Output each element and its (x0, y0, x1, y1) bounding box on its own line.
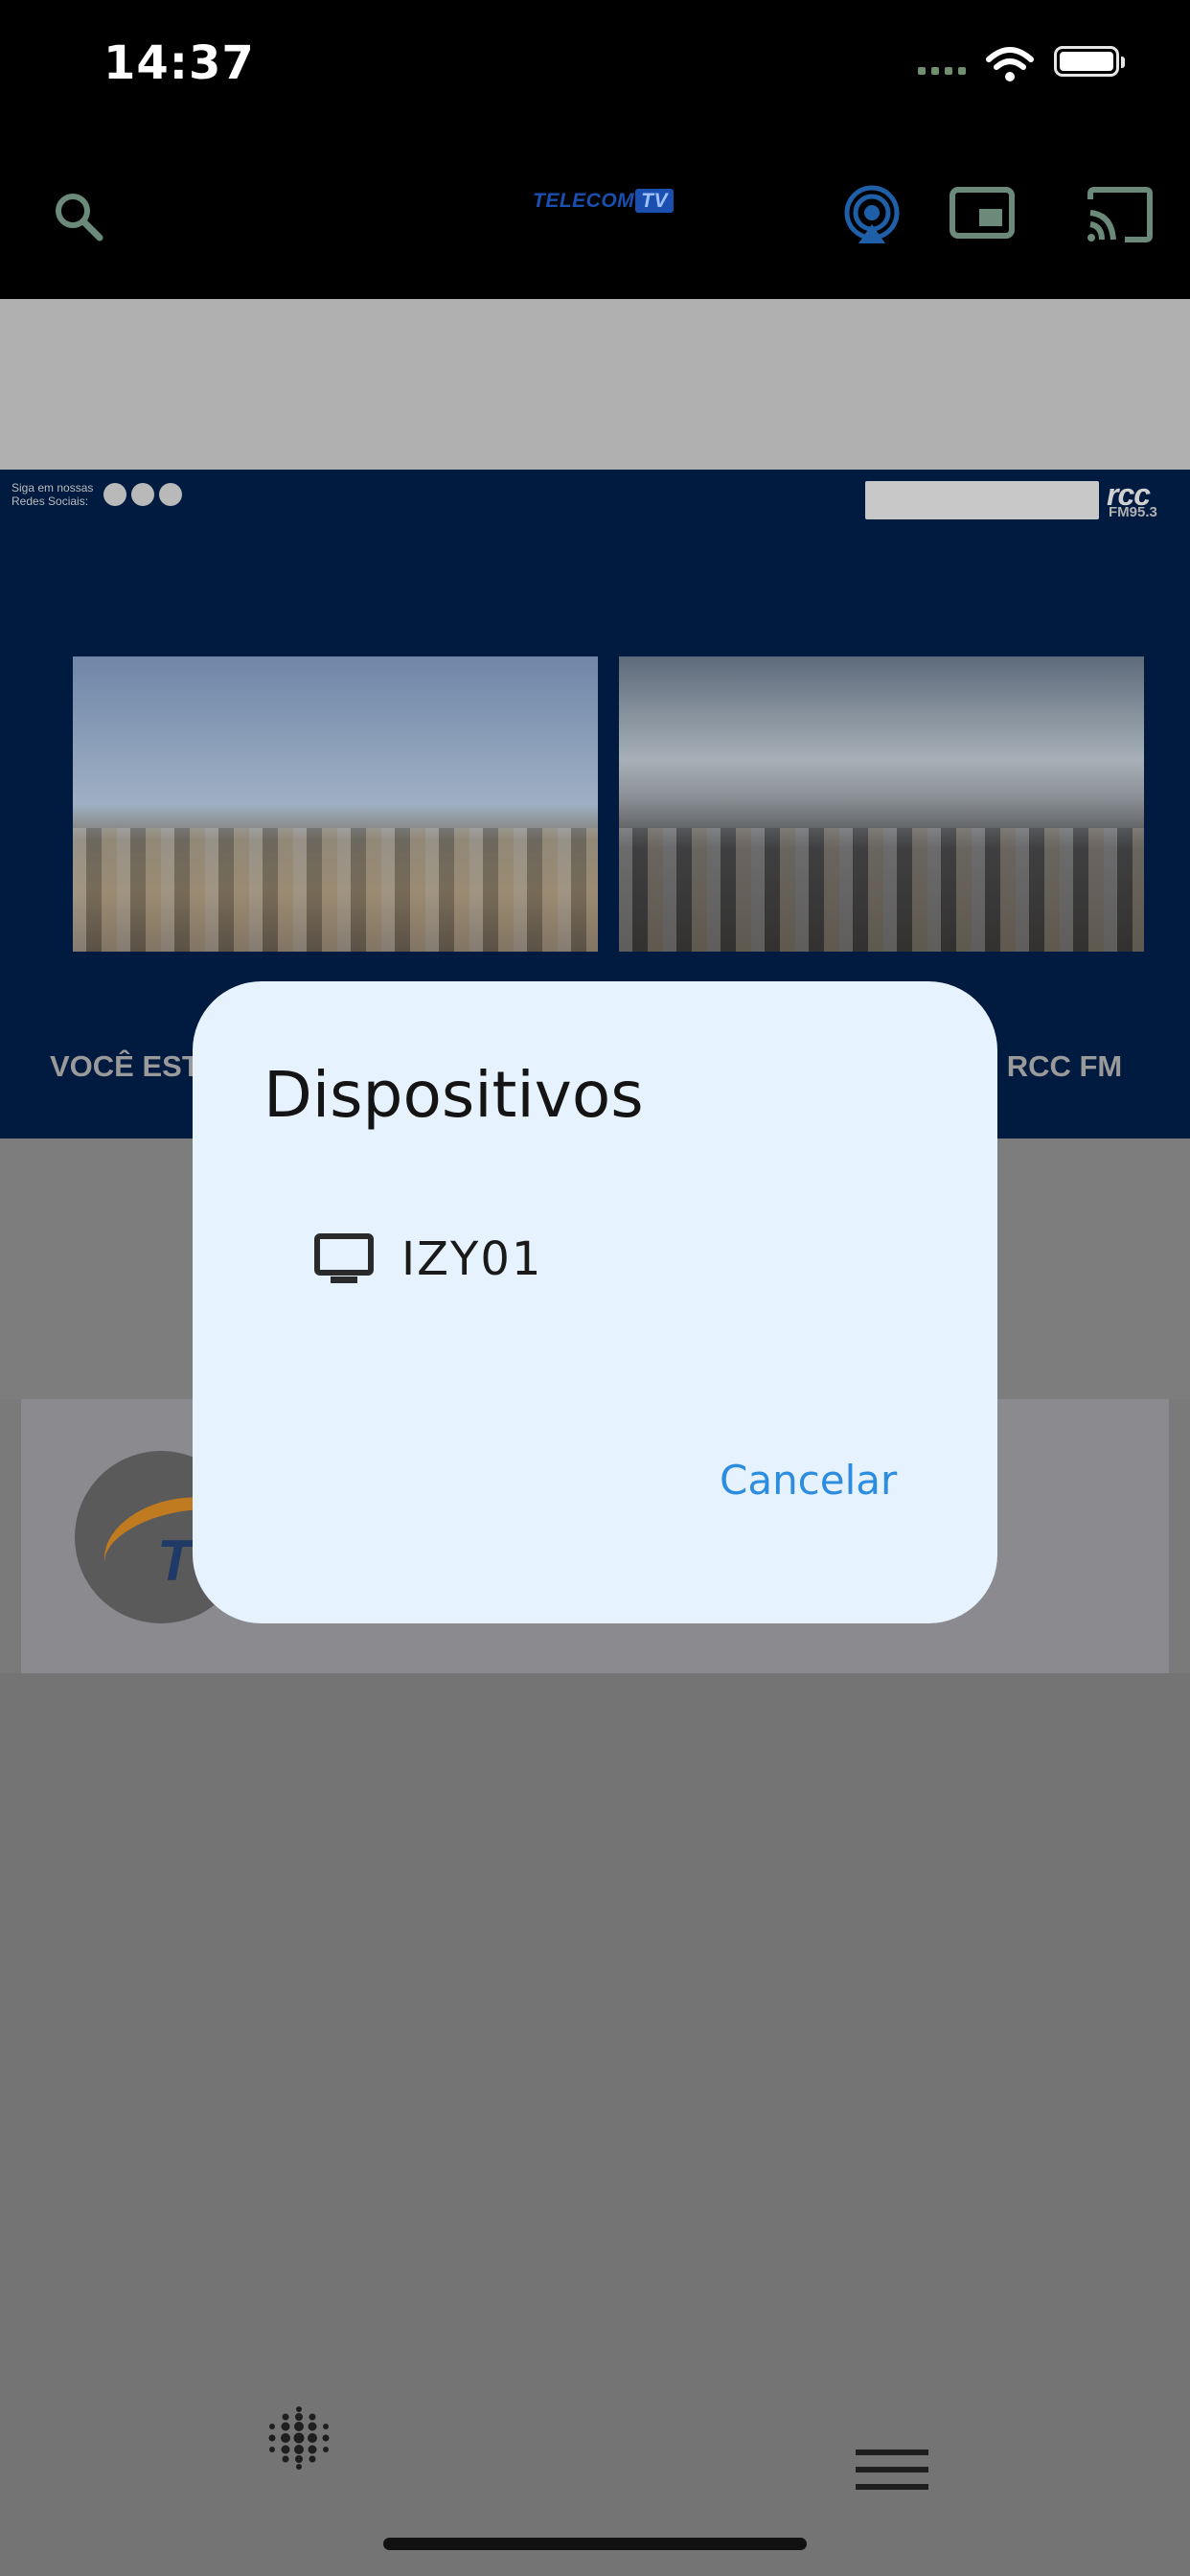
facebook-icon[interactable] (103, 483, 126, 506)
bottom-area (0, 1673, 1190, 2576)
device-name: IZY01 (401, 1232, 543, 1286)
dialog-title: Dispositivos (263, 1058, 644, 1132)
cellular-signal-icon (918, 67, 966, 75)
banner-search-box[interactable] (865, 481, 1099, 519)
app-logo: TELECOM TV (533, 189, 675, 213)
social-caption-line1: Siga em nossas (11, 481, 94, 494)
ad-placeholder (0, 299, 1190, 470)
status-time: 14:37 (103, 36, 255, 90)
rcc-frequency: FM95.3 (1109, 504, 1157, 520)
spotify-icon[interactable] (159, 483, 182, 506)
instagram-icon[interactable] (131, 483, 154, 506)
cast-icon[interactable] (1085, 186, 1156, 243)
search-icon[interactable] (52, 190, 105, 243)
home-indicator[interactable] (383, 2538, 807, 2550)
camera-view-left[interactable] (73, 656, 598, 952)
logo-text: TELECOM (533, 190, 635, 212)
menu-icon[interactable] (856, 2450, 928, 2497)
social-icons (103, 483, 182, 506)
logo-badge: TV (635, 189, 675, 213)
tv-icon (314, 1233, 374, 1283)
banner-caption-left: VOCÊ EST (50, 1049, 200, 1083)
dot-grid-icon[interactable] (264, 2404, 333, 2472)
wifi-icon (986, 47, 1034, 81)
device-item-izy01[interactable]: IZY01 (313, 1232, 542, 1286)
social-caption-line2: Redes Sociais: (11, 494, 89, 508)
airplay-audio-icon[interactable] (841, 184, 903, 245)
social-caption: Siga em nossas Redes Sociais: (11, 481, 93, 508)
app-bar: TELECOM TV (0, 134, 1190, 299)
cancel-button[interactable]: Cancelar (720, 1457, 897, 1504)
camera-view-right[interactable] (619, 656, 1144, 952)
status-bar: 14:37 (0, 0, 1190, 134)
picture-in-picture-icon[interactable] (949, 186, 1016, 240)
devices-dialog: Dispositivos IZY01 Cancelar (193, 981, 997, 1623)
battery-icon (1054, 46, 1125, 77)
